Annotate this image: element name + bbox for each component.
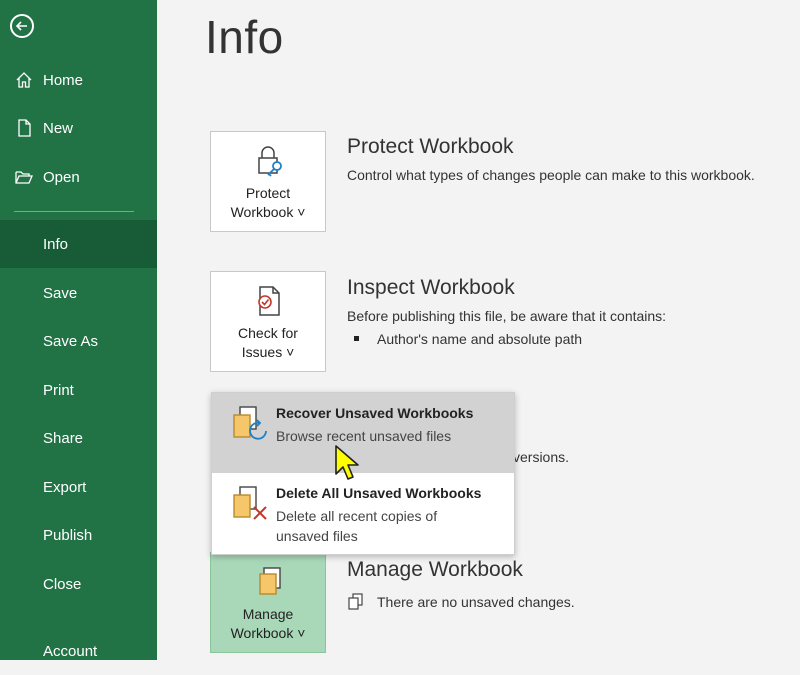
tile-label: Manage [242, 606, 294, 622]
tile-label: Check for [238, 325, 298, 341]
protect-workbook-button[interactable]: Protect Workbook ˅ [210, 131, 326, 232]
manage-workbook-button[interactable]: Manage Workbook ˅ [210, 552, 326, 653]
sidebar-item-open[interactable]: Open [0, 153, 157, 201]
delete-file-icon [233, 486, 267, 520]
sidebar-item-label: Account [43, 642, 98, 660]
section-title: Manage Workbook [347, 558, 523, 581]
menu-item-title: Delete All Unsaved Workbooks [276, 485, 482, 501]
sidebar-item-publish[interactable]: Publish [0, 511, 157, 559]
sidebar-item-label: Home [43, 71, 84, 89]
menu-item-description: Browse recent unsaved files [276, 428, 452, 444]
new-file-icon [18, 119, 31, 137]
menu-item-description: unsaved files [276, 528, 358, 544]
tile-label: Workbook ˅ [230, 625, 306, 641]
sidebar-item-label: Info [43, 235, 69, 253]
tile-label: Protect [245, 185, 291, 201]
sidebar-item-label: Open [43, 168, 80, 186]
sidebar-item-new[interactable]: New [0, 104, 157, 152]
section-description: Control what types of changes people can… [347, 167, 755, 183]
sidebar-item-label: Save As [43, 332, 99, 350]
menu-item-title: Recover Unsaved Workbooks [276, 405, 474, 421]
sidebar-item-label: Export [43, 478, 87, 496]
recover-unsaved-workbooks-item[interactable]: Recover Unsaved Workbooks Browse recent … [212, 393, 514, 473]
arrow-left-icon [15, 21, 27, 31]
versions-text: versions. [513, 449, 570, 465]
lock-key-icon [258, 146, 282, 177]
document-check-icon [258, 286, 280, 316]
menu-item-description: Delete all recent copies of [276, 508, 438, 524]
sidebar-item-label: Print [43, 381, 74, 399]
sidebar-item-account[interactable]: Account [0, 627, 157, 675]
backstage-sidebar: Home New Open Info Save Save As Print Sh… [0, 0, 157, 660]
sidebar-item-label: Save [43, 284, 78, 302]
section-description: Before publishing this file, be aware th… [347, 308, 667, 324]
manage-workbook-dropdown: Recover Unsaved Workbooks Browse recent … [211, 392, 515, 555]
tile-label: Issues ˅ [241, 344, 295, 360]
manage-documents-icon [259, 567, 281, 595]
sidebar-item-print[interactable]: Print [0, 366, 157, 414]
home-icon [16, 72, 32, 88]
sidebar-item-save[interactable]: Save [0, 269, 157, 317]
sidebar-item-close[interactable]: Close [0, 560, 157, 608]
sidebar-item-home[interactable]: Home [0, 56, 157, 104]
folder-open-icon [15, 171, 33, 184]
delete-all-unsaved-workbooks-item[interactable]: Delete All Unsaved Workbooks Delete all … [212, 473, 514, 553]
check-for-issues-button[interactable]: Check for Issues ˅ [210, 271, 326, 372]
sidebar-item-info[interactable]: Info [0, 220, 157, 268]
tile-label: Workbook ˅ [230, 204, 306, 220]
sidebar-item-share[interactable]: Share [0, 414, 157, 462]
bullet-marker [354, 336, 359, 341]
sidebar-divider [14, 211, 134, 212]
bullet-text: Author's name and absolute path [377, 331, 583, 347]
section-title: Protect Workbook [347, 135, 514, 158]
sidebar-item-label: Share [43, 429, 84, 447]
sidebar-item-label: New [43, 119, 74, 137]
sidebar-item-save-as[interactable]: Save As [0, 317, 157, 365]
sidebar-item-export[interactable]: Export [0, 463, 157, 511]
page-title: Info [205, 11, 284, 63]
sidebar-item-label: Publish [43, 526, 93, 544]
mouse-pointer-icon [335, 445, 359, 480]
back-button[interactable] [10, 14, 34, 38]
section-description: There are no unsaved changes. [377, 594, 575, 610]
documents-icon [348, 593, 363, 610]
sidebar-item-label: Close [43, 575, 82, 593]
recover-file-icon [233, 406, 267, 440]
section-title: Inspect Workbook [347, 276, 515, 299]
